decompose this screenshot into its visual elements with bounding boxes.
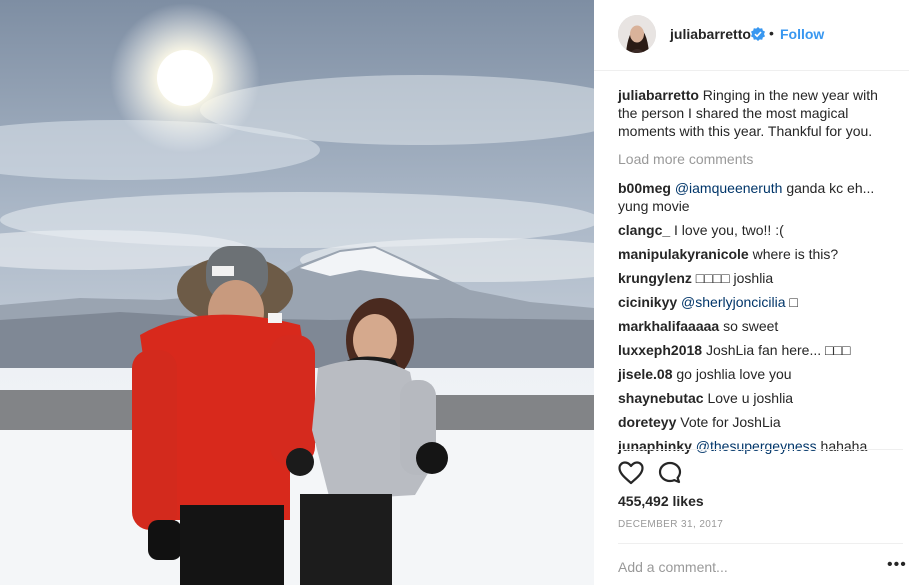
heart-icon[interactable] [618,461,644,485]
post-photo[interactable] [0,0,594,585]
comment-item: shaynebutac Love u joshlia [618,386,892,410]
comment-username[interactable]: jisele.08 [618,366,673,382]
divider [618,449,903,450]
comments-list: juliabarretto Ringing in the new year wi… [618,86,892,458]
comment-username[interactable]: krungylenz [618,270,692,286]
comment-text: Love u joshlia [707,390,794,406]
comment-mention[interactable]: @sherlyjoncicilia [681,294,785,310]
caption-username[interactable]: juliabarretto [618,87,699,103]
comment-username[interactable]: luxxeph2018 [618,342,702,358]
more-options-icon[interactable]: ••• [887,556,907,574]
comment-text: □□□□ joshlia [695,270,774,286]
likes-count[interactable]: 455,492 likes [618,493,704,509]
comment-text: hahaha [816,438,868,454]
comment-username[interactable]: clangc_ [618,222,670,238]
comment-mention[interactable]: @thesupergeyness [696,438,817,454]
likes-word: likes [672,493,704,509]
likes-number: 455,492 [618,493,669,509]
comment-text: I love you, two!! :( [674,222,784,238]
comment-text: □ [785,294,798,310]
comment-username[interactable]: shaynebutac [618,390,704,406]
load-more-comments-button[interactable]: Load more comments [618,150,892,168]
comment-item: b00meg @iamqueeneruth ganda kc eh... yun… [618,176,892,218]
comment-username[interactable]: junaphinky [618,438,692,454]
comment-username[interactable]: doreteyy [618,414,676,430]
comment-item: clangc_ I love you, two!! :( [618,218,892,242]
post-caption: juliabarretto Ringing in the new year wi… [618,86,892,140]
header-username[interactable]: juliabarretto [670,26,751,42]
post-header: juliabarretto • Follow [594,0,909,71]
comment-item: krungylenz □□□□ joshlia [618,266,892,290]
comment-username[interactable]: manipulakyranicole [618,246,749,262]
comment-text: so sweet [723,318,779,334]
comment-username[interactable]: markhalifaaaaa [618,318,719,334]
verified-badge-icon [751,27,765,41]
comment-text: Vote for JoshLia [680,414,781,430]
comment-item: jisele.08 go joshlia love you [618,362,892,386]
instagram-post-modal: juliabarretto • Follow juliabarretto Rin… [0,0,909,585]
comment-text: where is this? [752,246,839,262]
separator-dot: • [769,25,774,41]
comment-item: luxxeph2018 JoshLia fan here... □□□ [618,338,892,362]
comment-text: go joshlia love you [676,366,792,382]
comment-item: manipulakyranicole where is this? [618,242,892,266]
post-date[interactable]: DECEMBER 31, 2017 [618,519,723,530]
avatar[interactable] [618,15,656,53]
divider [618,543,903,544]
comment-username[interactable]: cicinikyy [618,294,677,310]
comment-text: JoshLia fan here... □□□ [705,342,851,358]
comment-item: junaphinky @thesupergeyness hahaha [618,434,892,458]
comment-icon[interactable] [658,461,682,485]
comment-item: doreteyy Vote for JoshLia [618,410,892,434]
post-details-panel: juliabarretto • Follow juliabarretto Rin… [594,0,909,585]
comment-item: cicinikyy @sherlyjoncicilia □ [618,290,892,314]
comment-username[interactable]: b00meg [618,180,671,196]
comment-mention[interactable]: @iamqueeneruth [675,180,783,196]
follow-button[interactable]: Follow [780,26,824,42]
comment-item: markhalifaaaaa so sweet [618,314,892,338]
add-comment-input[interactable]: Add a comment... [618,559,728,575]
